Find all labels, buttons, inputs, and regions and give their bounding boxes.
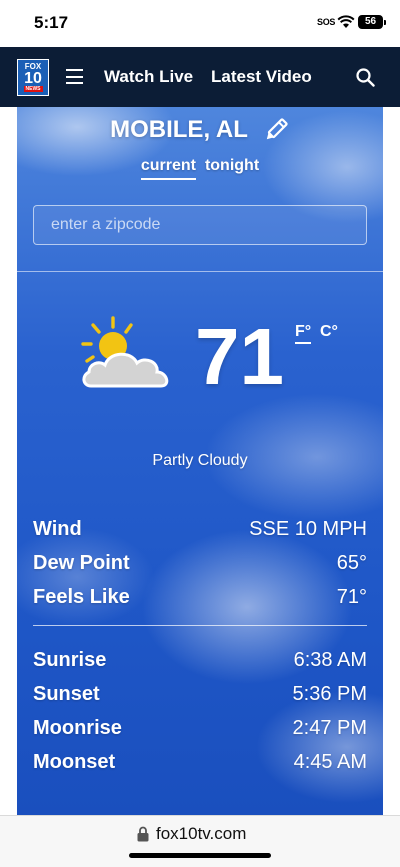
tab-current[interactable]: current bbox=[140, 157, 196, 180]
fahrenheit-toggle[interactable]: F° bbox=[295, 323, 312, 344]
stat-row-moonrise: Moonrise 2:47 PM bbox=[33, 711, 367, 745]
stat-value: 6:38 AM bbox=[293, 648, 367, 671]
status-time: 5:17 bbox=[34, 13, 69, 32]
sos-indicator: SOS bbox=[317, 17, 336, 27]
stat-label: Moonset bbox=[33, 750, 116, 773]
stat-row-sunrise: Sunrise 6:38 AM bbox=[33, 643, 367, 677]
browser-url-bar[interactable]: fox10tv.com bbox=[0, 815, 400, 867]
edit-location-pencil-icon[interactable] bbox=[262, 116, 290, 144]
menu-icon[interactable] bbox=[66, 69, 83, 84]
lock-icon bbox=[137, 826, 149, 842]
stat-label: Dew Point bbox=[33, 551, 130, 574]
city-header: MOBILE, AL bbox=[17, 115, 383, 145]
stat-row-wind: Wind SSE 10 MPH bbox=[33, 512, 367, 546]
fox10-logo[interactable]: FOX 10 NEWS bbox=[17, 59, 49, 96]
divider bbox=[17, 271, 383, 272]
stat-value: 2:47 PM bbox=[292, 716, 367, 739]
stat-label: Moonrise bbox=[33, 716, 122, 739]
forecast-tabs: current tonight bbox=[17, 157, 383, 180]
latest-video-link[interactable]: Latest Video bbox=[211, 67, 312, 87]
tab-tonight[interactable]: tonight bbox=[205, 157, 259, 180]
search-icon[interactable] bbox=[356, 68, 375, 87]
stat-row-moonset: Moonset 4:45 AM bbox=[33, 745, 367, 779]
partly-cloudy-icon bbox=[81, 316, 169, 388]
city-name: MOBILE, AL bbox=[110, 116, 248, 143]
stat-value: 65° bbox=[336, 551, 367, 574]
logo-text-news: NEWS bbox=[23, 86, 43, 92]
stat-row-sunset: Sunset 5:36 PM bbox=[33, 677, 367, 711]
home-indicator bbox=[129, 853, 271, 858]
stat-label: Sunrise bbox=[33, 648, 107, 671]
temperature-value: 71 bbox=[195, 312, 284, 401]
url-text[interactable]: fox10tv.com bbox=[156, 824, 246, 844]
watch-live-link[interactable]: Watch Live bbox=[104, 67, 193, 87]
celsius-toggle[interactable]: C° bbox=[320, 323, 338, 341]
stat-row-feels-like: Feels Like 71° bbox=[33, 580, 367, 614]
zipcode-input[interactable] bbox=[33, 205, 367, 245]
weather-panel: MOBILE, AL current tonight 71 F° C° Part… bbox=[17, 107, 383, 815]
stat-value: SSE 10 MPH bbox=[249, 517, 367, 540]
battery-icon: 56 bbox=[358, 15, 386, 29]
stat-label: Wind bbox=[33, 517, 82, 540]
stat-value: 4:45 AM bbox=[293, 750, 367, 773]
status-bar: 5:17 SOS 56 bbox=[0, 0, 400, 47]
stat-label: Feels Like bbox=[33, 585, 130, 608]
sun-moon-list: Sunrise 6:38 AM Sunset 5:36 PM Moonrise … bbox=[33, 643, 367, 779]
stat-label: Sunset bbox=[33, 682, 100, 705]
stat-row-dew-point: Dew Point 65° bbox=[33, 546, 367, 580]
divider bbox=[33, 625, 367, 626]
weather-condition: Partly Cloudy bbox=[152, 452, 248, 469]
stat-value: 71° bbox=[336, 585, 367, 608]
stat-value: 5:36 PM bbox=[292, 682, 367, 705]
conditions-list: Wind SSE 10 MPH Dew Point 65° Feels Like… bbox=[33, 512, 367, 614]
site-navbar: FOX 10 NEWS Watch Live Latest Video bbox=[0, 47, 400, 107]
logo-text-number: 10 bbox=[24, 70, 42, 87]
wifi-icon bbox=[337, 15, 355, 28]
